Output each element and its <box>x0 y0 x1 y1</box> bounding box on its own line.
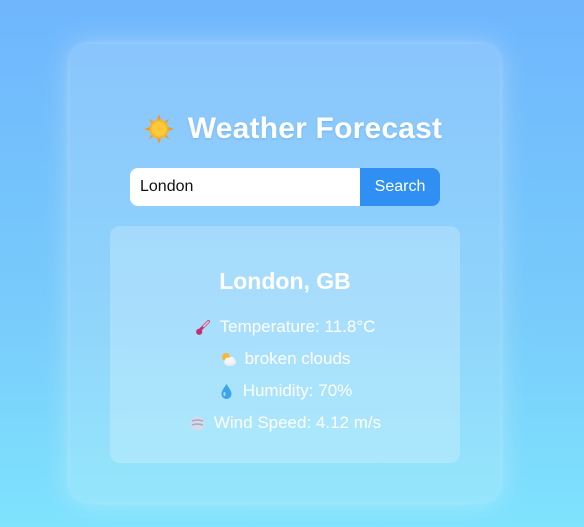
weather-description: broken clouds <box>244 349 351 368</box>
humidity-text: Humidity: 70% <box>242 381 353 400</box>
droplet-icon <box>218 383 235 400</box>
page-title: Weather Forecast <box>187 112 443 145</box>
header: Weather Forecast <box>0 109 584 149</box>
temperature-text: Temperature: 11.8°C <box>219 317 376 336</box>
sun-icon <box>143 114 174 144</box>
humidity-line: Humidity: 70% <box>110 381 460 401</box>
description-line: broken clouds <box>110 349 460 369</box>
search-bar: Search <box>130 168 440 206</box>
weather-result-panel: London, GB Temperature: 11.8°C broken cl… <box>110 226 460 463</box>
city-name: London, GB <box>219 268 351 294</box>
cloud-sun-icon <box>220 351 237 368</box>
thermometer-icon <box>195 319 212 336</box>
search-button[interactable]: Search <box>360 168 440 206</box>
wind-icon <box>189 415 206 432</box>
city-search-input[interactable] <box>130 168 360 206</box>
wind-line: Wind Speed: 4.12 m/s <box>110 413 460 433</box>
temperature-line: Temperature: 11.8°C <box>110 317 460 337</box>
wind-speed-text: Wind Speed: 4.12 m/s <box>213 413 382 432</box>
